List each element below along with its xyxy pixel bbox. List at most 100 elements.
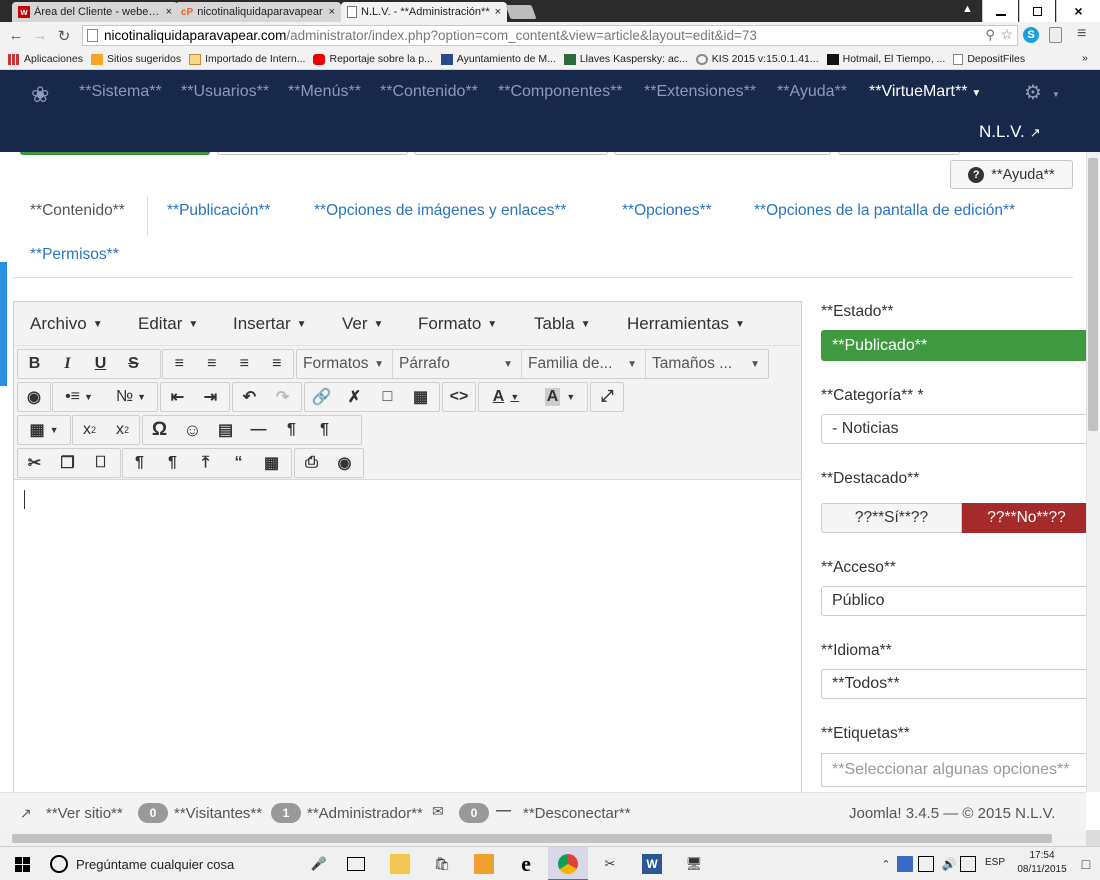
featured-no-button[interactable]: ??**No**?? (962, 503, 1091, 533)
rtl-icon[interactable]: ¶ (308, 416, 341, 444)
menu-ayuda[interactable]: **Ayuda** (777, 83, 847, 101)
view-site-link[interactable]: **Ver sitio** (46, 805, 123, 822)
table-icon[interactable]: ▦ ▼ (18, 416, 70, 444)
horizontal-scrollbar-thumb[interactable] (12, 834, 1052, 843)
bookmark-ayuntamiento[interactable]: Ayuntamiento de M... (440, 53, 556, 65)
browser-tab-area-cliente[interactable]: w Área del Cliente - webemp × (12, 2, 178, 22)
bookmark-kaspersky[interactable]: Llaves Kaspersky: ac... (563, 53, 688, 65)
new-tab-button[interactable] (505, 5, 537, 19)
bullet-list-icon[interactable]: •≡ ▼ (53, 383, 105, 411)
font-size-dropdown[interactable]: Tamaños ... ▼ (645, 350, 768, 378)
site-link[interactable]: N.L.V. ↗ (979, 122, 1041, 142)
tray-network-icon[interactable] (918, 856, 934, 872)
italic-icon[interactable]: I (51, 350, 84, 378)
preview-eye-icon[interactable]: ◉ (328, 449, 361, 477)
language-select[interactable]: **Todos** (821, 669, 1091, 699)
toolbar-button[interactable] (414, 152, 608, 155)
code-icon[interactable]: <> (443, 383, 475, 411)
tab-opciones[interactable]: **Opciones** (622, 202, 712, 220)
outdent-icon[interactable]: ⇤ (161, 383, 194, 411)
taskbar-search-input[interactable]: Pregúntame cualquier cosa (76, 857, 234, 872)
numbered-list-icon[interactable]: № ▼ (105, 383, 157, 411)
bookmark-hotmail[interactable]: Hotmail, El Tiempo, ... (826, 53, 945, 65)
help-button[interactable]: ? **Ayuda** (950, 160, 1073, 189)
align-left-icon[interactable]: ≡ (163, 350, 196, 378)
bookmark-importado[interactable]: Importado de Intern... (189, 53, 305, 65)
menu-extensiones[interactable]: **Extensiones** (644, 83, 756, 101)
paste-icon[interactable]: ⎕ (84, 449, 117, 477)
underline-icon[interactable]: U (84, 350, 117, 378)
star-bookmark-icon[interactable]: ☆ (1000, 26, 1013, 43)
align-center-icon[interactable]: ≡ (196, 350, 229, 378)
link-icon[interactable]: 🔗 (305, 383, 338, 411)
browser-tab-cpanel[interactable]: cP nicotinaliquidaparavapear × (175, 2, 341, 22)
formats-dropdown[interactable]: Formatos ▼ (297, 350, 392, 378)
editor-menu-formato[interactable]: Formato ▼ (418, 314, 497, 334)
page-info-icon[interactable] (87, 29, 98, 42)
menu-componentes[interactable]: **Componentes** (498, 83, 623, 101)
toolbar-button[interactable] (838, 152, 960, 155)
volume-icon[interactable]: 🔊 (939, 854, 959, 874)
restore-icon[interactable] (1019, 0, 1055, 22)
tags-input[interactable]: **Seleccionar algunas opciones** (821, 753, 1091, 787)
upload-icon[interactable]: ⤒ (189, 449, 222, 477)
bookmark-anchor-icon[interactable]: □ (371, 383, 404, 411)
logout-link[interactable]: **Desconectar** (523, 805, 631, 822)
redo-icon[interactable]: ↷ (266, 383, 299, 411)
fullscreen-icon[interactable]: ⤢ (591, 383, 623, 411)
joomla-logo-icon[interactable]: ❀ (31, 82, 49, 108)
editor-menu-herramientas[interactable]: Herramientas ▼ (627, 314, 745, 334)
reload-icon[interactable]: ↻ (56, 27, 72, 45)
align-justify-icon[interactable]: ≡ (261, 350, 294, 378)
close-window-icon[interactable]: × (1056, 0, 1100, 22)
minimize-icon[interactable] (982, 0, 1018, 22)
editor-menu-ver[interactable]: Ver ▼ (342, 314, 383, 334)
messages-badge[interactable]: 0 (459, 803, 489, 823)
windows-start-icon[interactable] (12, 854, 32, 874)
unlink-icon[interactable]: ✗ (338, 383, 371, 411)
editor-menu-archivo[interactable]: Archivo ▼ (30, 314, 103, 334)
emoticon-icon[interactable]: ☺ (176, 416, 209, 444)
toolbar-button[interactable] (614, 152, 831, 155)
zoom-icon[interactable]: ⚲ (985, 27, 995, 43)
paragraph-dropdown[interactable]: Párrafo ▼ (392, 350, 521, 378)
tray-expand-icon[interactable]: ⌃ (876, 854, 896, 874)
gear-icon[interactable]: ⚙ (1024, 80, 1042, 105)
editor-menu-insertar[interactable]: Insertar ▼ (233, 314, 307, 334)
clock[interactable]: 17:54 08/11/2015 (1014, 849, 1070, 877)
align-right-icon[interactable]: ≡ (228, 350, 261, 378)
task-view-icon[interactable] (347, 857, 365, 871)
subscript-icon[interactable]: x2 (73, 416, 106, 444)
cortana-icon[interactable] (50, 855, 68, 873)
close-icon[interactable]: × (495, 6, 501, 18)
admin-label[interactable]: **Administrador** (307, 805, 423, 822)
editor-menu-tabla[interactable]: Tabla ▼ (534, 314, 591, 334)
tab-permisos[interactable]: **Permisos** (30, 246, 119, 264)
background-color-icon[interactable]: A ▼ (533, 383, 587, 411)
skype-extension-icon[interactable]: S (1023, 27, 1039, 43)
bookmark-depositfiles[interactable]: DepositFiles (953, 53, 1025, 65)
forward-icon[interactable]: → (32, 27, 48, 44)
access-select[interactable]: Público (821, 586, 1091, 616)
edge-icon[interactable]: e (516, 851, 536, 876)
tab-contenido[interactable]: **Contenido** (30, 202, 125, 220)
menu-virtuemart[interactable]: **VirtueMart** ▼ (869, 83, 981, 101)
bookmark-sitios-sugeridos[interactable]: Sitios sugeridos (90, 53, 181, 65)
file-explorer-icon[interactable] (390, 854, 410, 874)
close-icon[interactable]: × (329, 6, 335, 18)
bookmark-reportaje[interactable]: Reportaje sobre la p... (313, 53, 433, 65)
bookmarks-overflow-icon[interactable]: » (1082, 52, 1088, 64)
tab-opciones-imagenes[interactable]: **Opciones de imágenes y enlaces** (314, 202, 566, 220)
close-icon[interactable]: × (166, 6, 172, 18)
microphone-icon[interactable]: 🎤 (309, 854, 329, 874)
media-player-icon[interactable] (474, 854, 494, 874)
user-profile-icon[interactable]: ▲ (962, 3, 973, 15)
bookmark-apps[interactable]: Aplicaciones (8, 53, 83, 65)
editor-menu-editar[interactable]: Editar ▼ (138, 314, 198, 334)
featured-yes-button[interactable]: ??**Sí**?? (821, 503, 962, 533)
chrome-taskbar-button[interactable] (548, 847, 588, 880)
horizontal-rule-icon[interactable]: — (242, 416, 275, 444)
tray-app-icon[interactable] (897, 856, 913, 872)
word-icon[interactable]: W (642, 854, 662, 874)
menu-usuarios[interactable]: **Usuarios** (181, 83, 269, 101)
